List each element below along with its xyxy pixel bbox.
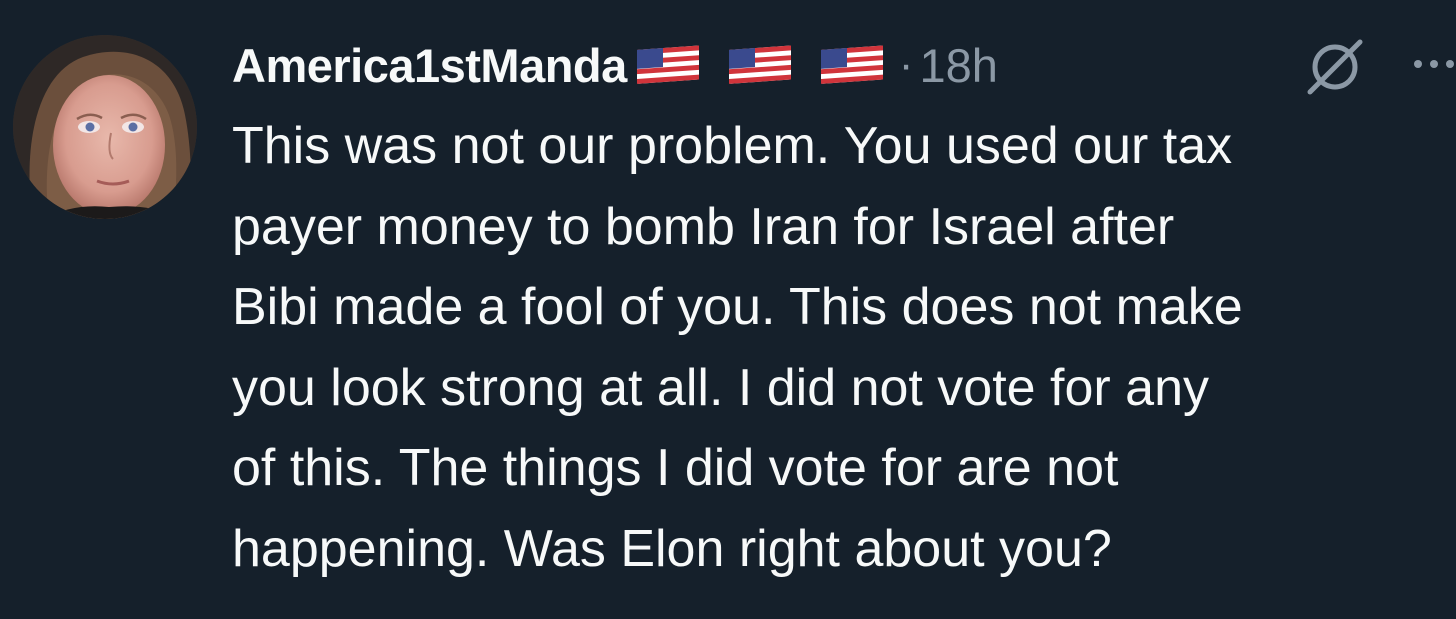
post-header: America1stManda · 18h xyxy=(232,34,998,96)
avatar-image xyxy=(13,35,197,219)
post-text-line: you look strong at all. I did not vote f… xyxy=(232,358,1210,417)
separator-dot: · xyxy=(898,40,914,89)
post-text-line: happening. Was Elon right about you? xyxy=(232,519,1112,578)
us-flag-icon xyxy=(727,42,793,88)
post-text-line: Bibi made a fool of you. This does not m… xyxy=(232,278,1243,336)
more-icon[interactable] xyxy=(1408,44,1456,84)
timestamp[interactable]: 18h xyxy=(919,38,997,93)
post-text-line: of this. The things I did vote for are n… xyxy=(232,439,1119,497)
avatar[interactable] xyxy=(13,35,197,219)
post-text-line: payer money to bomb Iran for Israel afte… xyxy=(232,197,1175,256)
post-text-line: This was not our problem. You used our t… xyxy=(232,117,1233,175)
grok-icon[interactable] xyxy=(1304,36,1366,98)
username[interactable]: America1stManda xyxy=(232,38,627,93)
tweet: America1stManda · 18h This was not our p… xyxy=(0,0,1456,619)
flag-emoji-group xyxy=(635,42,895,88)
us-flag-icon xyxy=(635,42,701,88)
us-flag-icon xyxy=(819,42,885,88)
post-text: This was not our problem. You used our t… xyxy=(232,106,1452,589)
